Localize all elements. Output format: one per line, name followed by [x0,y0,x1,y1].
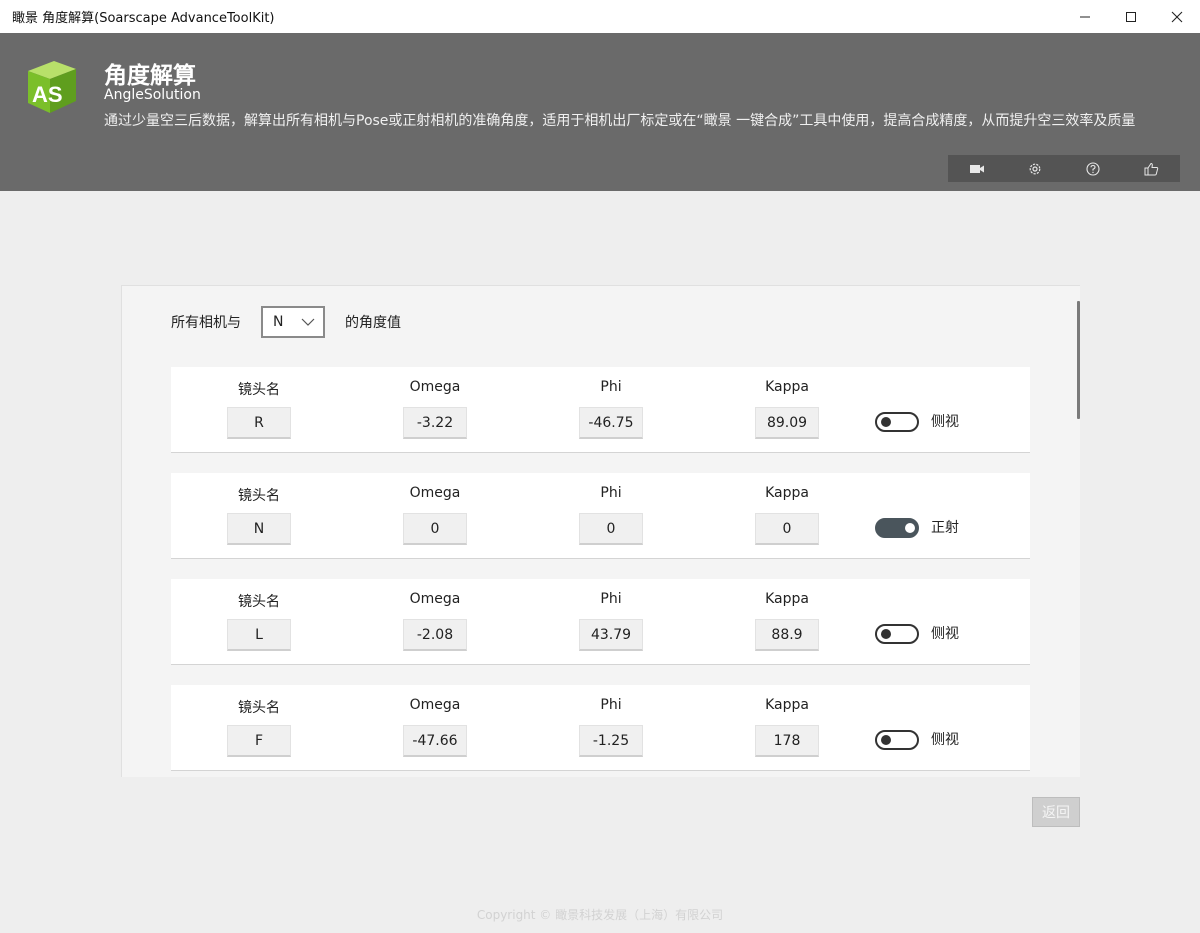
scrollbar[interactable] [1077,301,1080,419]
like-button[interactable] [1122,155,1180,182]
view-mode-toggle[interactable] [875,730,919,750]
omega-header: Omega [409,697,461,713]
phi-header: Phi [600,697,622,713]
app-logo: AS [24,57,80,117]
phi-field[interactable]: 0 [579,513,643,545]
omega-field[interactable]: -3.22 [403,407,467,439]
reference-camera-select[interactable]: N [261,306,325,338]
view-mode-label: 侧视 [931,626,959,642]
angle-panel: 所有相机与 N 的角度值 镜头名 Omega Phi Kappa R -3.22… [121,285,1080,777]
reference-selector-row: 所有相机与 N 的角度值 [171,306,401,338]
phi-header: Phi [600,485,622,501]
selector-suffix: 的角度值 [345,315,401,331]
copyright-text: Copyright © 瞰景科技发展（上海）有限公司 [476,908,724,922]
maximize-icon [1126,11,1136,22]
video-camera-icon [970,164,984,173]
window-controls [1062,0,1200,33]
minimize-icon [1080,16,1090,17]
kappa-header: Kappa [765,591,809,607]
omega-header: Omega [409,591,461,607]
view-mode-toggle[interactable] [875,518,919,538]
minimize-button[interactable] [1062,0,1108,33]
phi-field[interactable]: 43.79 [579,619,643,651]
camera-card: 镜头名 Omega Phi Kappa L -2.08 43.79 88.9 侧… [171,579,1030,665]
omega-field[interactable]: 0 [403,513,467,545]
gear-icon [1029,163,1041,174]
lens-header: 镜头名 [238,488,280,504]
kappa-header: Kappa [765,485,809,501]
kappa-header: Kappa [765,697,809,713]
lens-name-field: N [227,513,291,545]
lens-header: 镜头名 [238,594,280,610]
kappa-field[interactable]: 178 [755,725,819,757]
omega-header: Omega [409,485,461,501]
phi-header: Phi [600,379,622,395]
view-mode-label: 侧视 [931,414,959,430]
kappa-field[interactable]: 89.09 [755,407,819,439]
toggle-knob [881,417,891,427]
toggle-knob [905,523,915,533]
lens-header: 镜头名 [238,382,280,398]
chevron-down-icon [301,318,315,326]
kappa-field[interactable]: 88.9 [755,619,819,651]
phi-field[interactable]: -1.25 [579,725,643,757]
camera-card: 镜头名 Omega Phi Kappa R -3.22 -46.75 89.09… [171,367,1030,453]
kappa-header: Kappa [765,379,809,395]
kappa-field[interactable]: 0 [755,513,819,545]
lens-name-field: R [227,407,291,439]
maximize-button[interactable] [1108,0,1154,33]
view-mode-label: 正射 [931,520,959,536]
help-icon [1086,161,1100,176]
camera-card: 镜头名 Omega Phi Kappa F -47.66 -1.25 178 侧… [171,685,1030,771]
lens-header: 镜头名 [238,700,280,716]
logo-text: AS [32,82,63,107]
phi-header: Phi [600,591,622,607]
view-mode-toggle[interactable] [875,624,919,644]
omega-field[interactable]: -2.08 [403,619,467,651]
header-toolbar [948,155,1180,182]
view-mode-toggle[interactable] [875,412,919,432]
toggle-knob [881,629,891,639]
back-button[interactable]: 返回 [1032,797,1080,827]
phi-field[interactable]: -46.75 [579,407,643,439]
settings-button[interactable] [1006,155,1064,182]
page-description: 通过少量空三后数据，解算出所有相机与Pose或正射相机的准确角度，适用于相机出厂… [104,113,1136,129]
thumbs-up-icon [1144,162,1158,175]
close-icon [1171,11,1183,22]
window-title: 瞰景 角度解算(Soarscape AdvanceToolKit) [12,11,275,26]
view-mode-label: 侧视 [931,732,959,748]
lens-name-field: F [227,725,291,757]
title-bar[interactable]: 瞰景 角度解算(Soarscape AdvanceToolKit) [0,0,1200,33]
omega-field[interactable]: -47.66 [403,725,467,757]
video-button[interactable] [948,155,1006,182]
app-header: AS 角度解算 AngleSolution 通过少量空三后数据，解算出所有相机与… [0,33,1200,191]
page-subtitle: AngleSolution [104,87,201,103]
page-title: 角度解算 [104,63,196,89]
omega-header: Omega [409,379,461,395]
selected-value: N [273,314,284,330]
close-button[interactable] [1154,0,1200,33]
camera-card: 镜头名 Omega Phi Kappa N 0 0 0 正射 [171,473,1030,559]
help-button[interactable] [1064,155,1122,182]
lens-name-field: L [227,619,291,651]
toggle-knob [881,735,891,745]
selector-prefix: 所有相机与 [171,315,241,331]
